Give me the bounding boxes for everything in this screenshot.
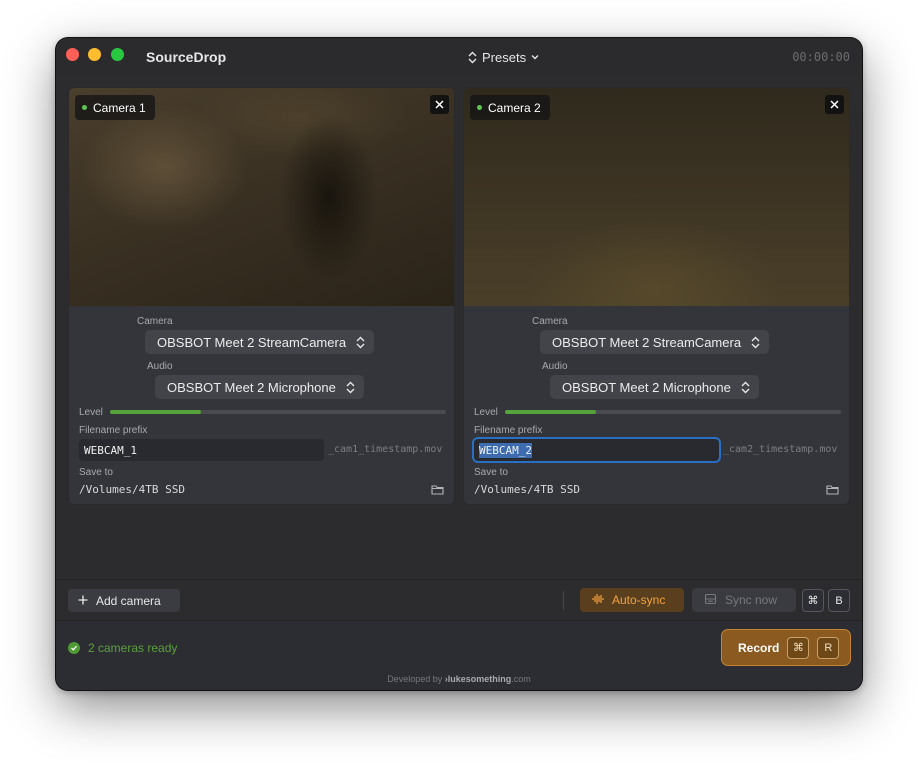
zoom-window-button[interactable]: [111, 48, 124, 61]
shortcut-key-cmd: ⌘: [787, 636, 810, 659]
filename-suffix: _cam2_timestamp.mov: [723, 444, 838, 455]
status-indicator: 2 cameras ready: [68, 641, 177, 655]
camera-badge: Camera 1: [75, 95, 155, 120]
chevron-updown-icon: [356, 336, 365, 349]
prefix-label: Filename prefix: [474, 425, 543, 436]
app-window: SourceDrop Presets 00:00:00 Camera 1 Cam…: [56, 38, 862, 690]
audio-level-fill: [505, 410, 596, 414]
audio-level-meter: [505, 410, 841, 414]
status-bar: 2 cameras ready Record ⌘ R Developed by …: [56, 621, 862, 690]
level-label: Level: [474, 407, 498, 418]
auto-sync-label: Auto-sync: [612, 593, 666, 607]
save-to-label: Save to: [474, 467, 508, 478]
prefix-value: WEBCAM_2: [479, 442, 532, 458]
live-dot: [477, 105, 482, 110]
add-camera-label: Add camera: [96, 593, 161, 608]
camera-select-value: OBSBOT Meet 2 StreamCamera: [157, 334, 347, 350]
recording-timer: 00:00:00: [792, 50, 850, 64]
auto-sync-toggle[interactable]: Auto-sync: [580, 588, 684, 612]
close-icon: [830, 96, 839, 114]
close-icon: [435, 96, 444, 114]
minimize-window-button[interactable]: [88, 48, 101, 61]
folder-icon[interactable]: [431, 482, 444, 500]
camera-preview: Camera 1: [69, 88, 454, 306]
shortcut-key-cmd: ⌘: [802, 589, 824, 612]
toolbar-separator: [563, 591, 564, 610]
folder-icon[interactable]: [826, 482, 839, 500]
audio-select-label: Audio: [542, 361, 568, 372]
remove-camera-button[interactable]: [825, 95, 844, 114]
developer-credit: Developed by ›lukesomething.com: [56, 674, 862, 684]
credit-prefix: Developed by: [387, 674, 445, 684]
chevron-updown-icon: [468, 51, 477, 64]
chevron-down-icon: [531, 54, 539, 60]
camera-badge: Camera 2: [470, 95, 550, 120]
check-icon: [68, 642, 80, 654]
sync-now-button[interactable]: Sync now: [692, 588, 796, 612]
filename-prefix-input[interactable]: WEBCAM_2: [474, 439, 719, 461]
camera-name: Camera 1: [93, 100, 146, 115]
audio-select-value: OBSBOT Meet 2 Microphone: [562, 379, 731, 395]
camera-controls: Camera OBSBOT Meet 2 StreamCamera Audio …: [464, 306, 849, 504]
developer-link[interactable]: ›lukesomething: [445, 674, 512, 684]
level-label: Level: [79, 407, 103, 418]
audio-select-label: Audio: [147, 361, 173, 372]
chevron-updown-icon: [346, 381, 355, 394]
live-dot: [82, 105, 87, 110]
toolbar: Add camera Auto-sync Sync now ⌘ B: [56, 580, 862, 620]
filename-suffix: _cam1_timestamp.mov: [328, 444, 443, 455]
camera-select[interactable]: OBSBOT Meet 2 StreamCamera: [540, 330, 770, 354]
close-window-button[interactable]: [66, 48, 79, 61]
status-text: 2 cameras ready: [88, 641, 178, 655]
save-path: /Volumes/4TB SSD: [79, 483, 185, 496]
waveform-icon: [592, 593, 604, 608]
chevron-updown-icon: [741, 381, 750, 394]
camera-controls: Camera OBSBOT Meet 2 StreamCamera Audio …: [69, 306, 454, 504]
camera-select-value: OBSBOT Meet 2 StreamCamera: [552, 334, 742, 350]
camera-select-label: Camera: [532, 316, 568, 327]
remove-camera-button[interactable]: [430, 95, 449, 114]
titlebar: SourceDrop Presets 00:00:00: [56, 38, 862, 76]
save-to-label: Save to: [79, 467, 113, 478]
developer-domain: .com: [511, 674, 531, 684]
camera-panel-1: Camera 1 Camera OBSBOT Meet 2 StreamCame…: [68, 87, 455, 505]
plus-icon: [78, 594, 88, 608]
save-path: /Volumes/4TB SSD: [474, 483, 580, 496]
sync-drive-icon: [704, 593, 717, 608]
audio-select-value: OBSBOT Meet 2 Microphone: [167, 379, 336, 395]
camera-panel-2: Camera 2 Camera OBSBOT Meet 2 StreamCame…: [463, 87, 850, 505]
record-label: Record: [738, 640, 780, 655]
camera-preview: Camera 2: [464, 88, 849, 306]
prefix-value: WEBCAM_1: [84, 443, 137, 457]
camera-select-label: Camera: [137, 316, 173, 327]
camera-name: Camera 2: [488, 100, 541, 115]
shortcut-key-b: B: [828, 589, 850, 612]
audio-select[interactable]: OBSBOT Meet 2 Microphone: [550, 375, 759, 399]
audio-level-meter: [110, 410, 446, 414]
record-button[interactable]: Record ⌘ R: [721, 629, 851, 666]
app-title: SourceDrop: [146, 49, 227, 65]
sync-now-label: Sync now: [725, 593, 778, 607]
chevron-updown-icon: [751, 336, 760, 349]
add-camera-button[interactable]: Add camera: [68, 589, 180, 612]
camera-select[interactable]: OBSBOT Meet 2 StreamCamera: [145, 330, 375, 354]
audio-level-fill: [110, 410, 201, 414]
presets-label: Presets: [482, 49, 527, 65]
filename-prefix-input[interactable]: WEBCAM_1: [79, 439, 324, 461]
prefix-label: Filename prefix: [79, 425, 148, 436]
presets-menu[interactable]: Presets: [468, 48, 539, 66]
shortcut-key-r: R: [817, 636, 840, 659]
audio-select[interactable]: OBSBOT Meet 2 Microphone: [155, 375, 364, 399]
